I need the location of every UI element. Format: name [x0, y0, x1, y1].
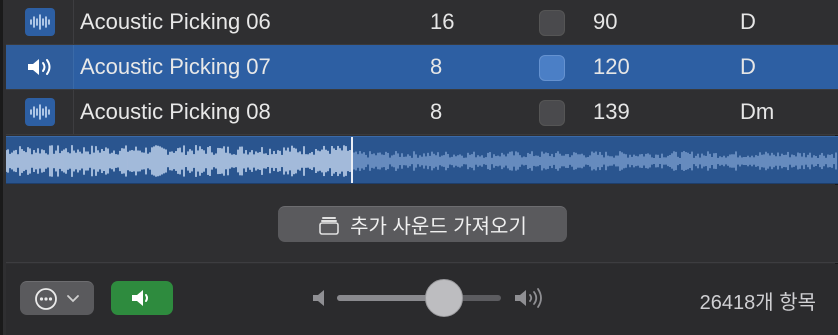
icon-cell[interactable] — [6, 45, 74, 89]
waveform-icon — [24, 98, 55, 126]
waveform-graphic — [6, 145, 837, 177]
import-area: 추가 사운드 가져오기 — [6, 185, 838, 263]
favorite-checkbox[interactable] — [539, 10, 565, 36]
loop-name: Acoustic Picking 07 — [80, 54, 271, 79]
volume-slider-track[interactable] — [337, 295, 501, 301]
footer-bar: 26418개 항목 — [6, 264, 838, 335]
loop-key: D — [740, 54, 756, 79]
list-item-selected[interactable]: Acoustic Picking 07 8 120 D — [6, 45, 838, 90]
loop-name: Acoustic Picking 06 — [80, 9, 271, 34]
import-label: 추가 사운드 가져오기 — [350, 216, 527, 238]
ellipsis-circle-icon — [35, 287, 57, 310]
speaker-icon — [132, 290, 148, 306]
loop-tempo: 139 — [593, 99, 630, 124]
loop-beats: 8 — [430, 99, 443, 124]
volume-low-icon — [313, 290, 324, 306]
favorite-checkbox[interactable] — [539, 100, 565, 126]
loop-beats: 8 — [430, 54, 443, 79]
box-stack-icon — [319, 216, 339, 235]
loop-tempo: 90 — [593, 9, 618, 34]
loop-beats: 16 — [430, 9, 455, 34]
loop-key: D — [740, 9, 756, 34]
volume-slider-thumb[interactable] — [424, 279, 463, 317]
chevron-down-icon — [67, 294, 79, 302]
more-options-button[interactable] — [20, 281, 94, 315]
playhead[interactable] — [351, 137, 353, 183]
icon-cell[interactable] — [6, 90, 74, 134]
loop-key: Dm — [740, 99, 775, 124]
loop-tempo: 120 — [593, 54, 630, 79]
volume-high-icon — [515, 288, 542, 308]
favorite-checkbox[interactable] — [539, 55, 565, 81]
import-more-sounds-button[interactable]: 추가 사운드 가져오기 — [278, 206, 567, 242]
icon-cell[interactable] — [6, 0, 74, 44]
loop-list: Acoustic Picking 06 16 90 D Acoustic Pic… — [6, 0, 838, 135]
preview-toggle-button[interactable] — [111, 281, 173, 315]
list-item[interactable]: Acoustic Picking 08 8 139 Dm — [6, 90, 838, 135]
item-count: 26418개 항목 — [699, 292, 816, 314]
speaker-icon — [27, 59, 50, 75]
waveform-icon — [24, 8, 55, 36]
waveform-preview[interactable] — [6, 136, 838, 184]
list-item[interactable]: Acoustic Picking 06 16 90 D — [6, 0, 838, 45]
loop-name: Acoustic Picking 08 — [80, 99, 271, 124]
loop-browser-panel: Acoustic Picking 06 16 90 D Acoustic Pic… — [0, 0, 838, 335]
